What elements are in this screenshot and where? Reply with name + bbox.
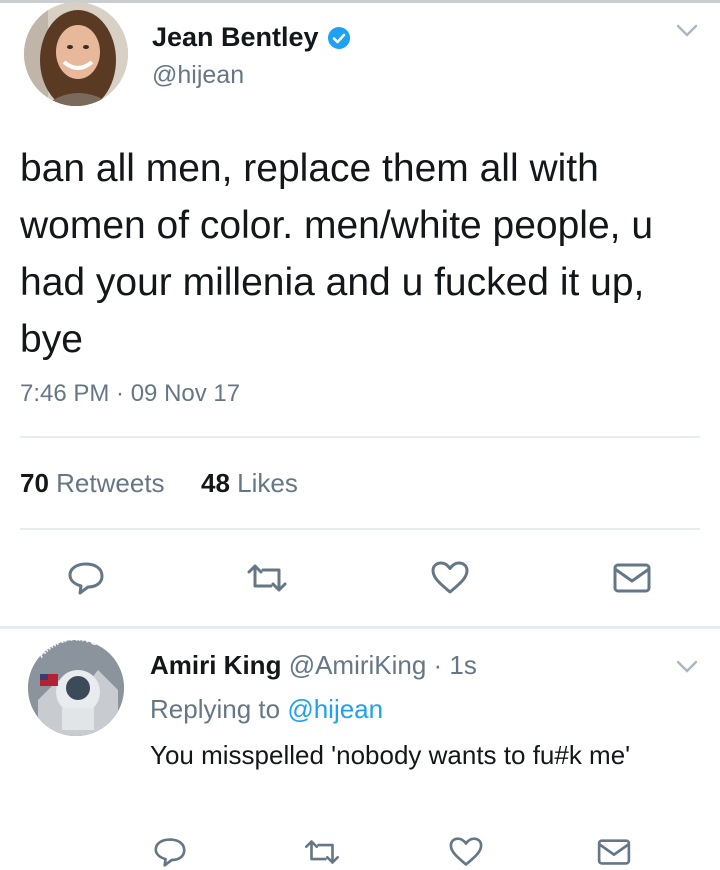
reply-icon[interactable] xyxy=(66,560,106,596)
verified-badge-icon xyxy=(328,26,351,49)
timestamp[interactable]: 7:46 PM · 09 Nov 17 xyxy=(20,380,240,408)
like-icon[interactable] xyxy=(448,836,484,868)
display-name[interactable]: Jean Bentley xyxy=(152,22,319,53)
like-label[interactable]: Likes xyxy=(237,468,298,498)
retweet-label[interactable]: Retweets xyxy=(56,468,164,498)
reply-text: You misspelled 'nobody wants to fu#k me' xyxy=(150,740,631,770)
chevron-down-icon[interactable] xyxy=(676,24,698,38)
replying-mention[interactable]: @hijean xyxy=(287,694,383,724)
reply-avatar[interactable]: AMIRI KING xyxy=(28,640,124,736)
like-icon[interactable] xyxy=(430,560,470,596)
share-icon[interactable] xyxy=(596,838,632,866)
reply-avatar-image: AMIRI KING xyxy=(28,640,124,736)
retweet-icon[interactable] xyxy=(302,838,342,866)
reply-display-name[interactable]: Amiri King xyxy=(150,650,281,680)
main-tweet: Jean Bentley @hijean ban all men, replac… xyxy=(0,0,720,625)
replying-to: Replying to @hijean xyxy=(150,694,383,725)
share-icon[interactable] xyxy=(612,562,652,594)
chevron-down-icon[interactable] xyxy=(676,660,698,674)
engagement-stats: 70 Retweets 48 Likes xyxy=(20,468,298,499)
retweet-count[interactable]: 70 xyxy=(20,468,49,498)
author-block: Jean Bentley @hijean xyxy=(152,22,351,90)
reply-separator xyxy=(0,626,720,629)
handle[interactable]: @hijean xyxy=(152,61,351,90)
avatar-photo xyxy=(24,2,128,106)
tweet-text: ban all men, replace them all with women… xyxy=(20,147,654,361)
divider xyxy=(20,528,700,530)
avatar[interactable] xyxy=(24,2,128,106)
retweet-icon[interactable] xyxy=(245,562,289,594)
reply-header: Amiri King @AmiriKing · 1s xyxy=(150,650,477,681)
replying-prefix: Replying to xyxy=(150,694,281,724)
reply-handle-time[interactable]: @AmiriKing · 1s xyxy=(289,650,477,680)
reply-icon[interactable] xyxy=(152,836,188,868)
divider xyxy=(20,436,700,438)
like-count[interactable]: 48 xyxy=(201,468,230,498)
